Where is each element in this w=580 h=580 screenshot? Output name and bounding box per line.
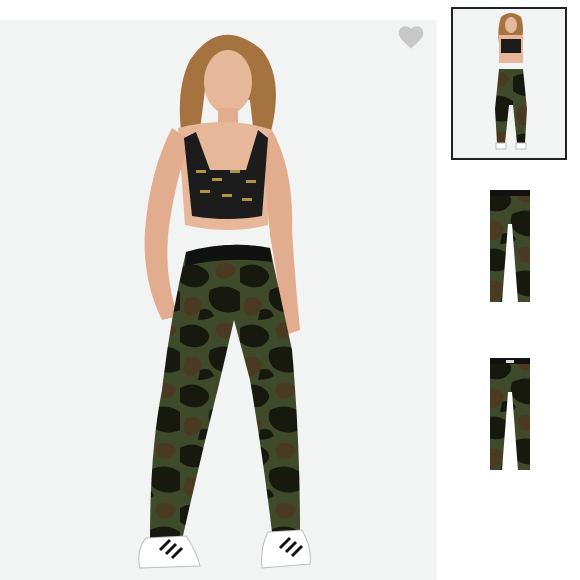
leggings-front-icon [490, 190, 530, 302]
thumbnail-leggings-front[interactable] [482, 184, 538, 308]
model-thumbnail-icon [453, 9, 565, 158]
main-product-image[interactable] [0, 20, 437, 580]
thumbnail-model[interactable] [451, 7, 567, 160]
heart-icon [398, 26, 424, 49]
model-illustration [0, 20, 437, 580]
leggings-back-icon [490, 358, 530, 470]
thumbnail-leggings-back[interactable] [482, 352, 538, 476]
favorite-button[interactable] [397, 24, 425, 50]
product-image-gallery [0, 0, 580, 580]
